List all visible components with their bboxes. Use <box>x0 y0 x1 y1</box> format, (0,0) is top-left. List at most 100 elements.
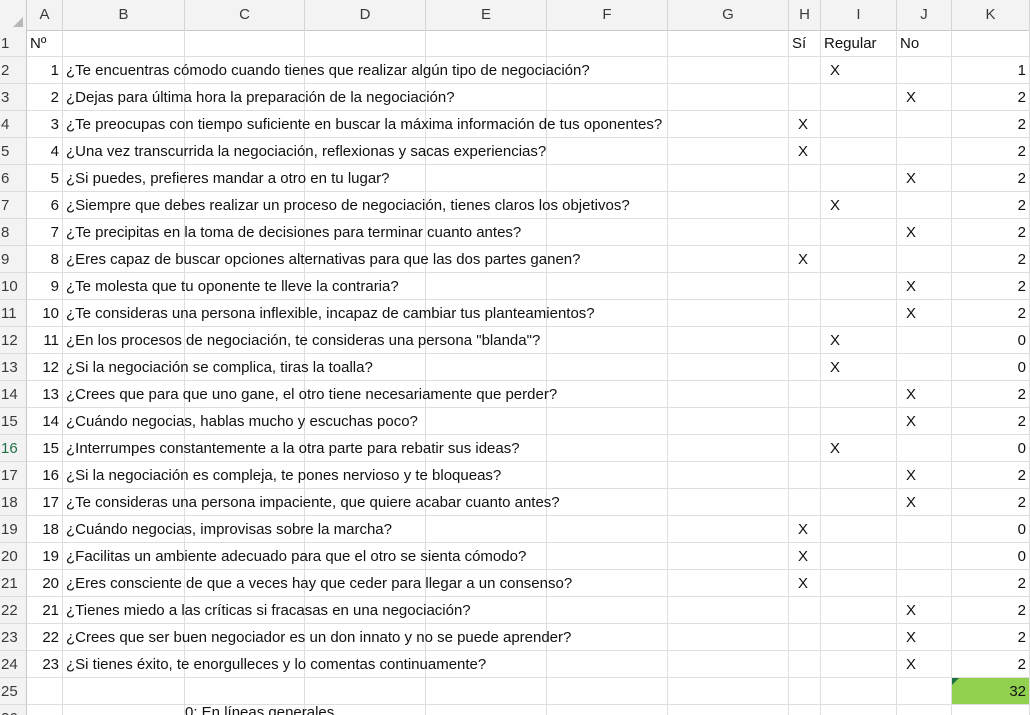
column-header-a[interactable]: A <box>27 0 63 30</box>
empty-cell[interactable] <box>821 678 897 705</box>
column-header-c[interactable]: C <box>185 0 305 30</box>
column-header-e[interactable]: E <box>426 0 547 30</box>
cell-answer-si[interactable]: X <box>789 516 821 543</box>
cell-answer-si[interactable] <box>789 57 821 84</box>
column-header-d[interactable]: D <box>305 0 426 30</box>
empty-cell[interactable] <box>789 678 821 705</box>
cell-answer-regular[interactable] <box>821 246 897 273</box>
cell-score[interactable]: 2 <box>952 300 1030 327</box>
empty-cell[interactable] <box>668 30 789 57</box>
empty-cell[interactable] <box>897 705 952 715</box>
empty-cell[interactable] <box>63 678 185 705</box>
cell-answer-si[interactable]: X <box>789 570 821 597</box>
cell-question-text[interactable]: ¿Te molesta que tu oponente te lleve la … <box>63 273 783 300</box>
empty-cell[interactable] <box>63 705 185 715</box>
cell-answer-no[interactable]: X <box>897 489 952 516</box>
row-header[interactable]: 13 <box>0 354 27 381</box>
cell-question-number[interactable]: 3 <box>27 111 63 138</box>
cell-question-number[interactable]: 5 <box>27 165 63 192</box>
cell-question-number[interactable]: 13 <box>27 381 63 408</box>
column-header-j[interactable]: J <box>897 0 952 30</box>
cell-score[interactable]: 2 <box>952 273 1030 300</box>
cell-question-number[interactable]: 7 <box>27 219 63 246</box>
row-header[interactable]: 12 <box>0 327 27 354</box>
cell-answer-no[interactable]: X <box>897 381 952 408</box>
empty-cell[interactable] <box>185 30 305 57</box>
empty-cell[interactable] <box>789 705 821 715</box>
cell-answer-si[interactable] <box>789 354 821 381</box>
cell-header-no[interactable]: No <box>897 30 952 57</box>
row-header[interactable]: 22 <box>0 597 27 624</box>
cell-answer-no[interactable]: X <box>897 84 952 111</box>
cell-question-number[interactable]: 19 <box>27 543 63 570</box>
cell-answer-no[interactable] <box>897 435 952 462</box>
cell-answer-regular[interactable]: X <box>821 57 897 84</box>
cell-question-text[interactable]: ¿Eres consciente de que a veces hay que … <box>63 570 783 597</box>
row-header[interactable]: 15 <box>0 408 27 435</box>
column-header-g[interactable]: G <box>668 0 789 30</box>
cell-score[interactable]: 2 <box>952 462 1030 489</box>
row-header[interactable]: 10 <box>0 273 27 300</box>
cell-answer-no[interactable] <box>897 327 952 354</box>
cell-question-number[interactable]: 20 <box>27 570 63 597</box>
cell-question-text[interactable]: ¿Tienes miedo a las críticas si fracasas… <box>63 597 783 624</box>
total-score-cell[interactable]: 32 <box>952 678 1030 705</box>
cell-score[interactable]: 2 <box>952 597 1030 624</box>
cell-answer-no[interactable]: X <box>897 300 952 327</box>
cell-score[interactable]: 0 <box>952 354 1030 381</box>
row-header[interactable]: 16 <box>0 435 27 462</box>
cell-answer-no[interactable]: X <box>897 651 952 678</box>
cell-question-text[interactable]: ¿Eres capaz de buscar opciones alternati… <box>63 246 783 273</box>
column-header-b[interactable]: B <box>63 0 185 30</box>
cell-answer-si[interactable] <box>789 624 821 651</box>
cell-answer-no[interactable] <box>897 516 952 543</box>
row-header[interactable]: 11 <box>0 300 27 327</box>
row-header[interactable]: 2 <box>0 57 27 84</box>
cell-answer-si[interactable] <box>789 651 821 678</box>
cell-answer-regular[interactable] <box>821 165 897 192</box>
row-header[interactable]: 26 <box>0 705 27 715</box>
cell-answer-regular[interactable] <box>821 543 897 570</box>
cell-answer-si[interactable] <box>789 84 821 111</box>
cell-question-number[interactable]: 1 <box>27 57 63 84</box>
cell-score[interactable]: 2 <box>952 111 1030 138</box>
cell-question-number[interactable]: 21 <box>27 597 63 624</box>
cell-answer-no[interactable] <box>897 570 952 597</box>
column-header-f[interactable]: F <box>547 0 668 30</box>
cell-question-text[interactable]: ¿Te preocupas con tiempo suficiente en b… <box>63 111 783 138</box>
empty-cell[interactable] <box>952 705 1030 715</box>
cell-question-number[interactable]: 11 <box>27 327 63 354</box>
cell-score[interactable]: 0 <box>952 435 1030 462</box>
cell-score[interactable]: 2 <box>952 138 1030 165</box>
cell-answer-si[interactable]: X <box>789 138 821 165</box>
cell-score[interactable]: 2 <box>952 246 1030 273</box>
cell-answer-regular[interactable] <box>821 516 897 543</box>
cell-answer-si[interactable] <box>789 219 821 246</box>
cell-question-text[interactable]: ¿Cuándo negocias, improvisas sobre la ma… <box>63 516 783 543</box>
cell-question-number[interactable]: 17 <box>27 489 63 516</box>
cell-answer-regular[interactable]: X <box>821 435 897 462</box>
cell-answer-si[interactable] <box>789 300 821 327</box>
empty-cell[interactable] <box>27 705 63 715</box>
cell-answer-si[interactable] <box>789 273 821 300</box>
cell-answer-si[interactable] <box>789 327 821 354</box>
select-all-corner[interactable] <box>0 0 27 30</box>
cell-score[interactable]: 2 <box>952 624 1030 651</box>
cell-question-text[interactable]: ¿Si la negociación es compleja, te pones… <box>63 462 783 489</box>
cell-answer-no[interactable]: X <box>897 408 952 435</box>
empty-cell[interactable] <box>426 30 547 57</box>
empty-cell[interactable] <box>426 705 547 715</box>
cell-question-text[interactable]: ¿Crees que ser buen negociador es un don… <box>63 624 783 651</box>
cell-question-text[interactable]: ¿Te precipitas en la toma de decisiones … <box>63 219 783 246</box>
cell-question-number[interactable]: 8 <box>27 246 63 273</box>
cell-answer-no[interactable] <box>897 111 952 138</box>
cell-question-number[interactable]: 14 <box>27 408 63 435</box>
cell-score[interactable]: 1 <box>952 57 1030 84</box>
row-header[interactable]: 21 <box>0 570 27 597</box>
cell-answer-si[interactable] <box>789 435 821 462</box>
cell-answer-regular[interactable]: X <box>821 192 897 219</box>
empty-cell[interactable] <box>63 30 185 57</box>
cell-header-si[interactable]: Sí <box>789 30 821 57</box>
cell-question-number[interactable]: 23 <box>27 651 63 678</box>
row-header[interactable]: 23 <box>0 624 27 651</box>
